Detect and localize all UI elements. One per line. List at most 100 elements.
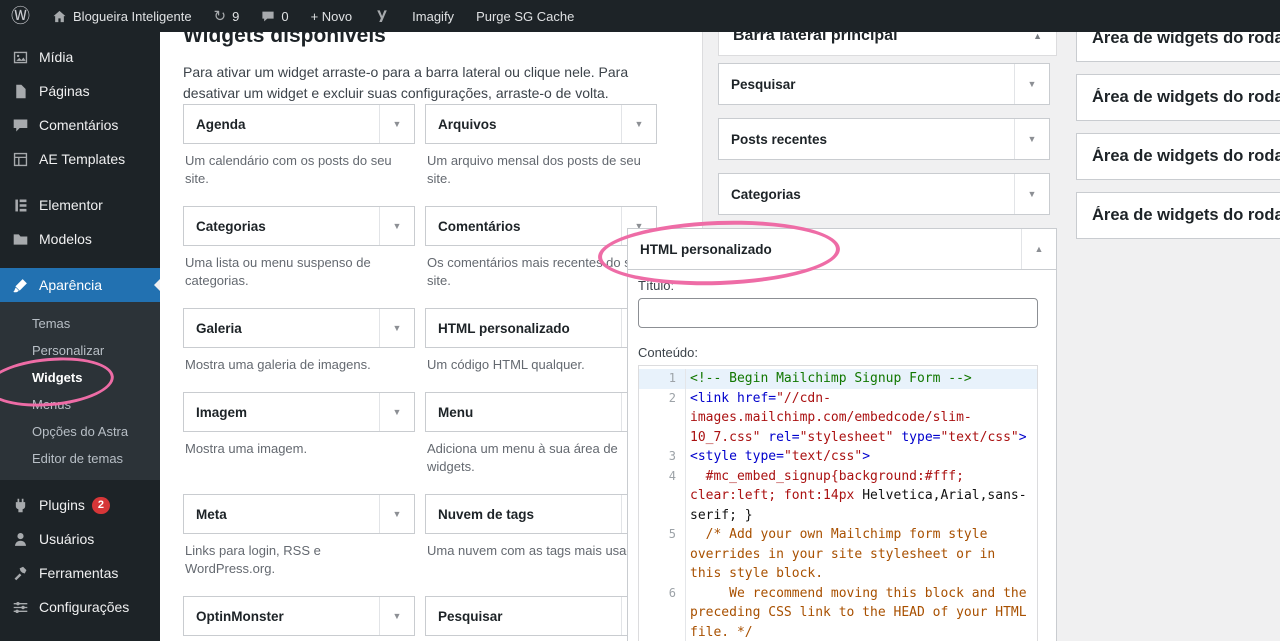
sidebar-item-ferramentas[interactable]: Ferramentas [0,556,160,590]
widget-card-agenda[interactable]: Agenda ▼ [183,104,415,144]
sidebar-item-plugins[interactable]: Plugins 2 [0,488,160,522]
content-field-label: Conteúdo: [638,345,698,360]
widget-description: Uma lista ou menu suspenso de categorias… [185,255,371,288]
chevron-up-icon[interactable]: ▲ [1021,229,1056,269]
footer-widget-area[interactable]: Área de widgets do roda [1076,74,1280,121]
widget-name: Agenda [196,116,246,132]
widget-description: Os comentários mais recentes do seu site… [427,255,646,288]
chevron-down-icon[interactable]: ▼ [621,105,656,143]
submenu-item-personalizar[interactable]: Personalizar [0,337,160,364]
chevron-down-icon[interactable]: ▼ [1014,174,1049,214]
page-description: Para ativar um widget arraste-o para a b… [183,64,629,101]
code-text: #mc_embed_signup{background:#fff; clear:… [690,468,1027,523]
widget-card-html-personalizado[interactable]: HTML personalizado ▼ [425,308,657,348]
widget-card-categorias[interactable]: Categorias ▼ [183,206,415,246]
chevron-down-icon[interactable]: ▼ [379,597,414,635]
code-line: 4 #mc_embed_signup{background:#fff; clea… [639,466,1037,525]
widget-card-galeria[interactable]: Galeria ▼ [183,308,415,348]
chevron-down-icon[interactable]: ▼ [379,309,414,347]
new-content-menu[interactable]: + Novo [300,0,364,32]
imagify-menu[interactable]: Imagify [401,0,465,32]
chevron-down-icon[interactable]: ▼ [379,105,414,143]
sidebar-item-ae-templates[interactable]: AE Templates [0,142,160,176]
tools-icon [12,565,29,582]
submenu-item-temas[interactable]: Temas [0,310,160,337]
chevron-down-icon[interactable]: ▼ [1014,119,1049,159]
purge-cache-label: Purge SG Cache [476,8,575,24]
available-widgets-grid: Agenda ▼ Um calendário com os posts do s… [183,104,657,641]
footer-widget-area[interactable]: Área de widgets do roda [1076,192,1280,239]
code-text: <style type="text/css"> [690,449,871,464]
site-name-link[interactable]: Blogueira Inteligente [41,0,203,32]
sidebar-item-paginas[interactable]: Páginas [0,74,160,108]
footer-widget-area[interactable]: Área de widgets do roda [1076,133,1280,180]
sidebar-item-modelos[interactable]: Modelos [0,222,160,256]
widget-card-pesquisar[interactable]: Pesquisar ▼ [425,596,657,636]
widget-name: Imagem [196,404,248,420]
widget-cell: Nuvem de tags ▼ Uma nuvem com as tags ma… [425,494,657,596]
purge-cache-menu[interactable]: Purge SG Cache [465,0,585,32]
widget-description: Uma nuvem com as tags mais usadas. [427,543,651,558]
submenu-item-widgets[interactable]: Widgets [0,364,160,391]
widget-cell: Imagem ▼ Mostra uma imagem. [183,392,415,494]
admin-bar: Ⓦ Blogueira Inteligente ↻ 9 0 + Novo Ima… [0,0,1280,32]
chevron-up-icon[interactable]: ▲ [1033,31,1042,41]
sidebar-item-configuracoes[interactable]: Configurações [0,590,160,624]
submenu-item-menus[interactable]: Menus [0,391,160,418]
widget-card-arquivos[interactable]: Arquivos ▼ [425,104,657,144]
sidebar-item-usuarios[interactable]: Usuários [0,522,160,556]
footer-widget-areas: Área de widgets do roda Área de widgets … [1076,0,1280,251]
custom-html-widget-header[interactable]: HTML personalizado ▲ [627,228,1057,270]
active-menu-arrow [148,279,160,291]
widget-cell: Menu ▼ Adiciona um menu à sua área de wi… [425,392,657,494]
chevron-down-icon[interactable]: ▼ [379,393,414,431]
plugin-icon [12,497,29,514]
comments-menu[interactable]: 0 [250,0,299,32]
title-field-label: Título: [638,278,675,293]
updates-menu[interactable]: ↻ 9 [203,0,251,32]
widget-cell: OptinMonster ▼ [183,596,415,641]
sidebar-item-elementor[interactable]: Elementor [0,188,160,222]
imagify-label: Imagify [412,8,455,24]
widget-description: Um calendário com os posts do seu site. [185,153,392,186]
wordpress-logo-menu[interactable]: Ⓦ [0,0,41,32]
panel-widget-posts-recentes[interactable]: Posts recentes ▼ [718,118,1050,160]
footer-area-title: Área de widgets do roda [1092,147,1280,165]
panel-widget-pesquisar[interactable]: Pesquisar ▼ [718,63,1050,105]
sidebar-item-aparencia[interactable]: Aparência [0,268,160,302]
widget-card-meta[interactable]: Meta ▼ [183,494,415,534]
chevron-down-icon[interactable]: ▼ [379,495,414,533]
widget-title-input[interactable] [638,298,1038,328]
widget-description: Um código HTML qualquer. [427,357,585,372]
widget-card-nuvem-de-tags[interactable]: Nuvem de tags ▼ [425,494,657,534]
code-text: <!-- Begin Mailchimp Signup Form --> [690,371,972,386]
home-icon [52,9,67,24]
submenu-item-opcoes-do-astra[interactable]: Opções do Astra [0,418,160,445]
media-icon [12,49,29,66]
panel-widget-categorias[interactable]: Categorias ▼ [718,173,1050,215]
widget-cell: Agenda ▼ Um calendário com os posts do s… [183,104,415,206]
user-icon [12,531,29,548]
chevron-down-icon[interactable]: ▼ [379,207,414,245]
settings-icon [12,599,29,616]
widget-cell: HTML personalizado ▼ Um código HTML qual… [425,308,657,392]
widget-name: Comentários [438,218,521,234]
updates-icon: ↻ [213,8,227,25]
widget-card-optinmonster[interactable]: OptinMonster ▼ [183,596,415,636]
widget-name: Categorias [731,186,801,202]
widget-card-menu[interactable]: Menu ▼ [425,392,657,432]
site-name: Blogueira Inteligente [73,8,192,24]
chevron-down-icon[interactable]: ▼ [1014,64,1049,104]
widget-card-comentarios[interactable]: Comentários ▼ [425,206,657,246]
line-number: 4 [639,466,686,525]
sidebar-item-comentarios[interactable]: Comentários [0,108,160,142]
widget-description: Um arquivo mensal dos posts de seu site. [427,153,641,186]
widget-name: Galeria [196,320,242,336]
widget-name: OptinMonster [196,608,284,624]
widget-card-imagem[interactable]: Imagem ▼ [183,392,415,432]
widget-description: Adiciona um menu à sua área de widgets. [427,441,618,474]
sidebar-item-midia[interactable]: Mídia [0,40,160,74]
submenu-item-editor-de-temas[interactable]: Editor de temas [0,445,160,472]
yoast-menu[interactable] [363,0,401,32]
code-editor[interactable]: 1 <!-- Begin Mailchimp Signup Form --> 2… [638,365,1038,641]
